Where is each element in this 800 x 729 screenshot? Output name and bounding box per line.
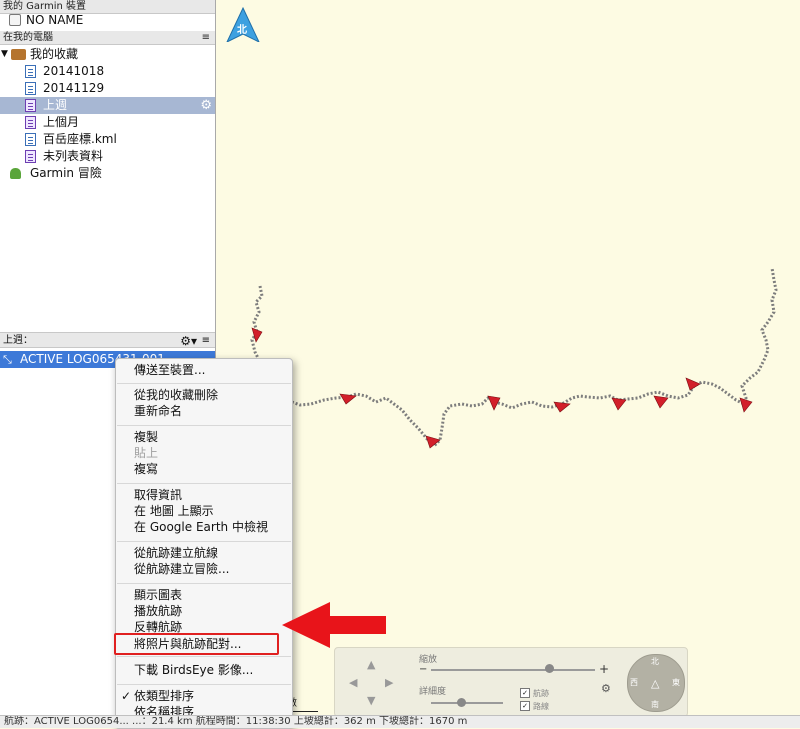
document-icon: [25, 133, 36, 146]
menu-item-get-info[interactable]: 取得資訊: [134, 488, 182, 503]
zoom-slider-thumb[interactable]: [545, 664, 554, 673]
sidebar-item-last-month[interactable]: 上個月: [0, 114, 215, 131]
backpack-icon: [10, 168, 21, 179]
sidebar-item-label: 上個月: [43, 115, 80, 129]
compass-dial[interactable]: 北 西 東 南 △: [627, 654, 685, 712]
smart-folder-icon: [25, 150, 36, 163]
detail-slider-track[interactable]: [431, 702, 503, 704]
sidebar-item-label: 未列表資料: [43, 149, 104, 163]
zoom-out-icon[interactable]: −: [419, 664, 427, 675]
waypoint-arrow: [251, 327, 263, 343]
menu-item-rename[interactable]: 重新命名: [134, 404, 182, 419]
pan-right-icon[interactable]: ▶: [385, 676, 393, 689]
north-label: 北: [237, 25, 247, 36]
list-panel-header: 上週： ⚙▾ ≡: [0, 332, 215, 348]
waypoint-arrow: [487, 395, 501, 411]
device-item-no-name[interactable]: NO NAME: [0, 12, 215, 29]
document-icon: [25, 82, 36, 95]
menu-separator: [117, 684, 291, 685]
menu-item-play-track[interactable]: 播放航跡: [134, 604, 182, 619]
drive-icon: [9, 14, 21, 26]
waypoint-arrow: [739, 397, 753, 413]
smart-folder-icon: [25, 116, 36, 129]
list-panel-title: 上週：: [3, 335, 33, 346]
sidebar-item-label: 20141129: [43, 81, 105, 95]
pan-down-icon[interactable]: ▼: [367, 694, 375, 707]
context-menu: 傳送至裝置... 從我的收藏刪除 重新命名 複製 貼上 複寫 取得資訊 在 地圖…: [115, 358, 293, 729]
status-bar: 航跡：ACTIVE LOG0654... ...：21.4 km 航程時間：11…: [0, 715, 800, 728]
compass-east-label: 東: [672, 678, 680, 687]
route-checkbox-label: 路線: [533, 702, 549, 711]
menu-separator: [117, 483, 291, 484]
computer-section-header: 在我的電腦 ≡: [0, 31, 215, 45]
disclosure-down-icon[interactable]: ▼: [1, 46, 8, 63]
sidebar-item-label: 百岳座標.kml: [43, 132, 117, 146]
settings-gear-icon[interactable]: ⚙: [601, 682, 611, 695]
smart-folder-icon: [25, 99, 36, 112]
waypoint-arrow: [425, 435, 441, 449]
track-checkbox-label: 航跡: [533, 689, 549, 698]
detail-slider-thumb[interactable]: [457, 698, 466, 707]
compass-south-label: 南: [651, 700, 659, 709]
sidebar-item-favorites[interactable]: ▼ 我的收藏: [0, 46, 215, 63]
annotation-highlight-box: [114, 633, 279, 655]
compass-west-label: 西: [630, 678, 638, 687]
adventures-label: Garmin 冒險: [30, 166, 102, 180]
sidebar-item-kml[interactable]: 百岳座標.kml: [0, 131, 215, 148]
map-controls-panel: ▲ ◀ ▶ ▼ 縮放 − + 詳細度 ✓ 航跡 ✓ 路線 ⚙ 北 西 東 南 △: [334, 647, 688, 717]
waypoint-arrow: [611, 397, 627, 411]
waypoint-arrow: [685, 377, 701, 391]
menu-item-paste: 貼上: [134, 446, 159, 460]
menu-separator: [117, 383, 291, 384]
menu-item-view-google-earth[interactable]: 在 Google Earth 中檢視: [134, 520, 268, 535]
menu-item-download-birdseye[interactable]: 下載 BirdsEye 影像...: [134, 663, 253, 678]
checkmark-icon: ✓: [121, 689, 132, 703]
track-icon: ⤡: [3, 353, 12, 366]
menu-separator: [117, 583, 291, 584]
list-menu-icon[interactable]: ≡: [202, 333, 210, 349]
detail-label: 詳細度: [419, 687, 447, 697]
list-menu-icon[interactable]: ≡: [202, 31, 210, 45]
compass-arrow-icon: △: [651, 677, 660, 690]
device-item-label: NO NAME: [26, 13, 84, 27]
zoom-slider-track[interactable]: [431, 669, 595, 671]
sidebar-item-20141129[interactable]: 20141129: [0, 80, 215, 97]
waypoint-arrow: [553, 401, 571, 413]
track-checkbox[interactable]: ✓: [520, 688, 530, 698]
menu-item-remove-from-favorites[interactable]: 從我的收藏刪除: [134, 388, 218, 403]
briefcase-icon: [11, 49, 26, 60]
document-icon: [25, 65, 36, 78]
sidebar-item-garmin-adventures[interactable]: Garmin 冒險: [0, 165, 215, 182]
menu-item-create-route[interactable]: 從航跡建立航線: [134, 546, 218, 561]
annotation-arrow-icon: [282, 602, 386, 648]
favorites-label: 我的收藏: [30, 47, 79, 61]
compass-north-label: 北: [651, 657, 659, 666]
sidebar-item-label: 20141018: [43, 64, 105, 78]
status-text: 航跡：ACTIVE LOG0654... ...：21.4 km 航程時間：11…: [4, 716, 468, 727]
gear-icon[interactable]: ⚙: [200, 97, 212, 114]
menu-separator: [117, 425, 291, 426]
sidebar-item-label: 上週: [43, 98, 68, 112]
menu-item-sort-by-type[interactable]: 依類型排序: [134, 689, 194, 704]
pan-up-icon[interactable]: ▲: [367, 658, 375, 671]
sidebar-item-last-week[interactable]: 上週 ⚙: [0, 97, 215, 114]
waypoint-arrow: [339, 393, 357, 405]
menu-item-copy[interactable]: 複製: [134, 430, 158, 445]
menu-item-duplicate[interactable]: 複寫: [134, 462, 158, 477]
computer-section-title: 在我的電腦: [3, 32, 53, 43]
menu-separator: [117, 541, 291, 542]
sidebar-item-unlisted[interactable]: 未列表資料: [0, 148, 215, 165]
north-arrow[interactable]: 北: [225, 6, 261, 45]
pan-left-icon[interactable]: ◀: [349, 676, 357, 689]
menu-separator: [117, 656, 291, 657]
zoom-in-icon[interactable]: +: [599, 662, 609, 676]
menu-item-show-graph[interactable]: 顯示圖表: [134, 588, 182, 603]
sidebar-item-20141018[interactable]: 20141018: [0, 63, 215, 80]
waypoint-arrow: [653, 395, 669, 409]
gear-menu-icon[interactable]: ⚙▾: [180, 333, 197, 349]
menu-item-show-on-map[interactable]: 在 地圖 上顯示: [134, 504, 214, 519]
route-checkbox[interactable]: ✓: [520, 701, 530, 711]
menu-item-send-to-device[interactable]: 傳送至裝置...: [134, 363, 205, 378]
menu-item-create-adventure[interactable]: 從航跡建立冒險...: [134, 562, 229, 577]
